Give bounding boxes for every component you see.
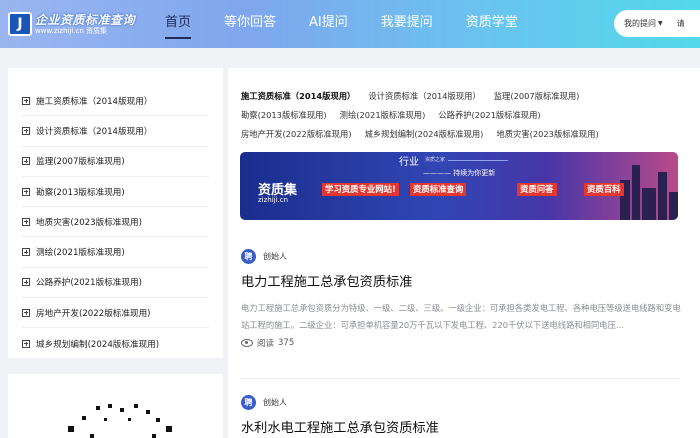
category-item[interactable]: 公路养护(2021版标准现用)	[22, 268, 209, 299]
ask-link[interactable]: 请	[677, 18, 685, 29]
logo-title: 企业资质标准查询	[35, 12, 136, 27]
article-divider	[240, 378, 680, 379]
banner-badge: 资质百科	[584, 183, 624, 196]
category-label: 地质灾害(2023版标准现用)	[36, 217, 142, 228]
expand-plus-icon[interactable]	[22, 339, 30, 348]
expand-plus-icon[interactable]	[22, 126, 30, 135]
qr-code-card	[8, 374, 223, 438]
banner-badge: 学习资质专业网站!	[322, 183, 399, 196]
tag-link[interactable]: 施工资质标准（2014版现用）	[241, 90, 355, 102]
category-item[interactable]: 房地产开发(2022版标准现用)	[22, 298, 209, 329]
tag-link[interactable]: 房地产开发(2022版标准现用)	[241, 128, 352, 140]
nav-qualification-school[interactable]: 资质学堂	[466, 0, 518, 48]
main-nav: 首页 等你回答 AI提问 我要提问 资质学堂	[165, 0, 551, 48]
expand-plus-icon[interactable]	[22, 96, 30, 105]
tag-link[interactable]: 测绘(2021版标准现用)	[340, 109, 426, 121]
nav-ai-ask[interactable]: AI提问	[309, 0, 348, 48]
category-label: 公路养护(2021版标准现用)	[36, 278, 142, 289]
my-questions-dropdown[interactable]: 我的提问	[624, 18, 656, 29]
tag-link[interactable]: 监理(2007版标准现用)	[494, 90, 580, 102]
author-avatar[interactable]: 聘	[241, 248, 256, 264]
category-item[interactable]: 城乡规划编制(2024版标准现用)	[22, 328, 209, 358]
reads-count: 375	[278, 338, 295, 348]
category-item[interactable]: 测绘(2021版标准现用)	[22, 237, 209, 268]
nav-home[interactable]: 首页	[165, 0, 192, 48]
tag-link[interactable]: 地质灾害(2023版标准现用)	[496, 128, 598, 140]
banner-divider	[448, 160, 508, 161]
category-label: 监理(2007版标准现用)	[36, 157, 125, 168]
main-content: 施工资质标准（2014版现用） 设计资质标准（2014版现用） 监理(2007版…	[228, 68, 700, 438]
category-item[interactable]: 监理(2007版标准现用)	[22, 147, 209, 177]
category-label: 测绘(2021版标准现用)	[36, 248, 125, 259]
nav-await-answer[interactable]: 等你回答	[224, 0, 276, 48]
tag-link[interactable]: 城乡规划编制(2024版标准现用)	[365, 128, 484, 140]
banner-heading: 行业	[399, 157, 419, 168]
expand-plus-icon[interactable]	[22, 308, 30, 317]
banner-badge: 资质标准查询	[410, 183, 467, 196]
expand-plus-icon[interactable]	[22, 278, 30, 287]
banner-url: zizhiji.cn	[258, 196, 289, 204]
city-skyline-shape	[632, 165, 640, 220]
category-item[interactable]: 地质灾害(2023版标准现用)	[22, 207, 209, 238]
author-name[interactable]: 创始人	[263, 251, 287, 262]
article-card: 聘 创始人 电力工程施工总承包资质标准 电力工程施工总承包资质分为特级、一级、二…	[241, 248, 681, 349]
category-item[interactable]: 施工资质标准（2014版现用）	[22, 86, 209, 117]
site-logo[interactable]: J 企业资质标准查询 www.zizhiji.cn 资质集	[8, 9, 135, 39]
category-label: 勘察(2013版标准现用)	[36, 187, 125, 198]
banner-slogan: ———— 持续为你更新	[423, 169, 496, 177]
category-label: 房地产开发(2022版标准现用)	[36, 308, 151, 319]
category-item[interactable]: 设计资质标准（2014版现用）	[22, 116, 209, 147]
category-sidebar: 施工资质标准（2014版现用） 设计资质标准（2014版现用） 监理(2007版…	[8, 68, 223, 358]
banner-badge: 资质问答	[517, 183, 557, 196]
logo-mark-icon: J	[8, 12, 32, 36]
article-stats: 阅读 375	[241, 337, 681, 349]
qualification-tag-cloud: 施工资质标准（2014版现用） 设计资质标准（2014版现用） 监理(2007版…	[241, 86, 697, 143]
qr-code-icon	[68, 404, 172, 438]
article-title[interactable]: 水利水电工程施工总承包资质标准	[241, 420, 681, 437]
city-skyline-shape	[658, 172, 667, 220]
article-title[interactable]: 电力工程施工总承包资质标准	[241, 274, 681, 291]
article-excerpt: 电力工程施工总承包资质分为特级、一级、二级、三级。一级企业：可承担各类发电工程、…	[241, 303, 681, 330]
reads-label: 阅读	[257, 339, 275, 349]
author-name[interactable]: 创始人	[263, 397, 287, 408]
city-skyline-shape	[642, 188, 656, 220]
tag-link[interactable]: 设计资质标准（2014版现用）	[368, 90, 480, 102]
expand-plus-icon[interactable]	[22, 157, 30, 166]
category-label: 施工资质标准（2014版现用）	[36, 96, 153, 107]
user-area: 我的提问 ▼ 请	[614, 10, 700, 37]
city-skyline-shape	[669, 192, 678, 220]
expand-plus-icon[interactable]	[22, 248, 30, 257]
tag-link[interactable]: 勘察(2013版标准现用)	[241, 109, 327, 121]
category-item[interactable]: 勘察(2013版标准现用)	[22, 177, 209, 208]
category-label: 城乡规划编制(2024版标准现用)	[36, 339, 160, 350]
tag-link[interactable]: 公路养护(2021版标准现用)	[438, 109, 540, 121]
author-avatar[interactable]: 聘	[241, 394, 256, 410]
article-card: 聘 创始人 水利水电工程施工总承包资质标准	[241, 394, 681, 437]
category-label: 设计资质标准（2014版现用）	[36, 126, 153, 137]
caret-down-icon[interactable]: ▼	[658, 20, 663, 27]
eye-icon	[241, 339, 253, 347]
logo-subtitle: www.zizhiji.cn 资质集	[35, 26, 108, 35]
top-header: J 企业资质标准查询 www.zizhiji.cn 资质集 首页 等你回答 AI…	[0, 0, 700, 48]
promo-banner[interactable]: 资质集 zizhiji.cn 行业 资质之家 ———— 持续为你更新 学习资质专…	[240, 152, 678, 220]
banner-heading-sub: 资质之家	[425, 157, 446, 163]
expand-plus-icon[interactable]	[22, 217, 30, 226]
nav-ask-question[interactable]: 我要提问	[381, 0, 433, 48]
expand-plus-icon[interactable]	[22, 187, 30, 196]
